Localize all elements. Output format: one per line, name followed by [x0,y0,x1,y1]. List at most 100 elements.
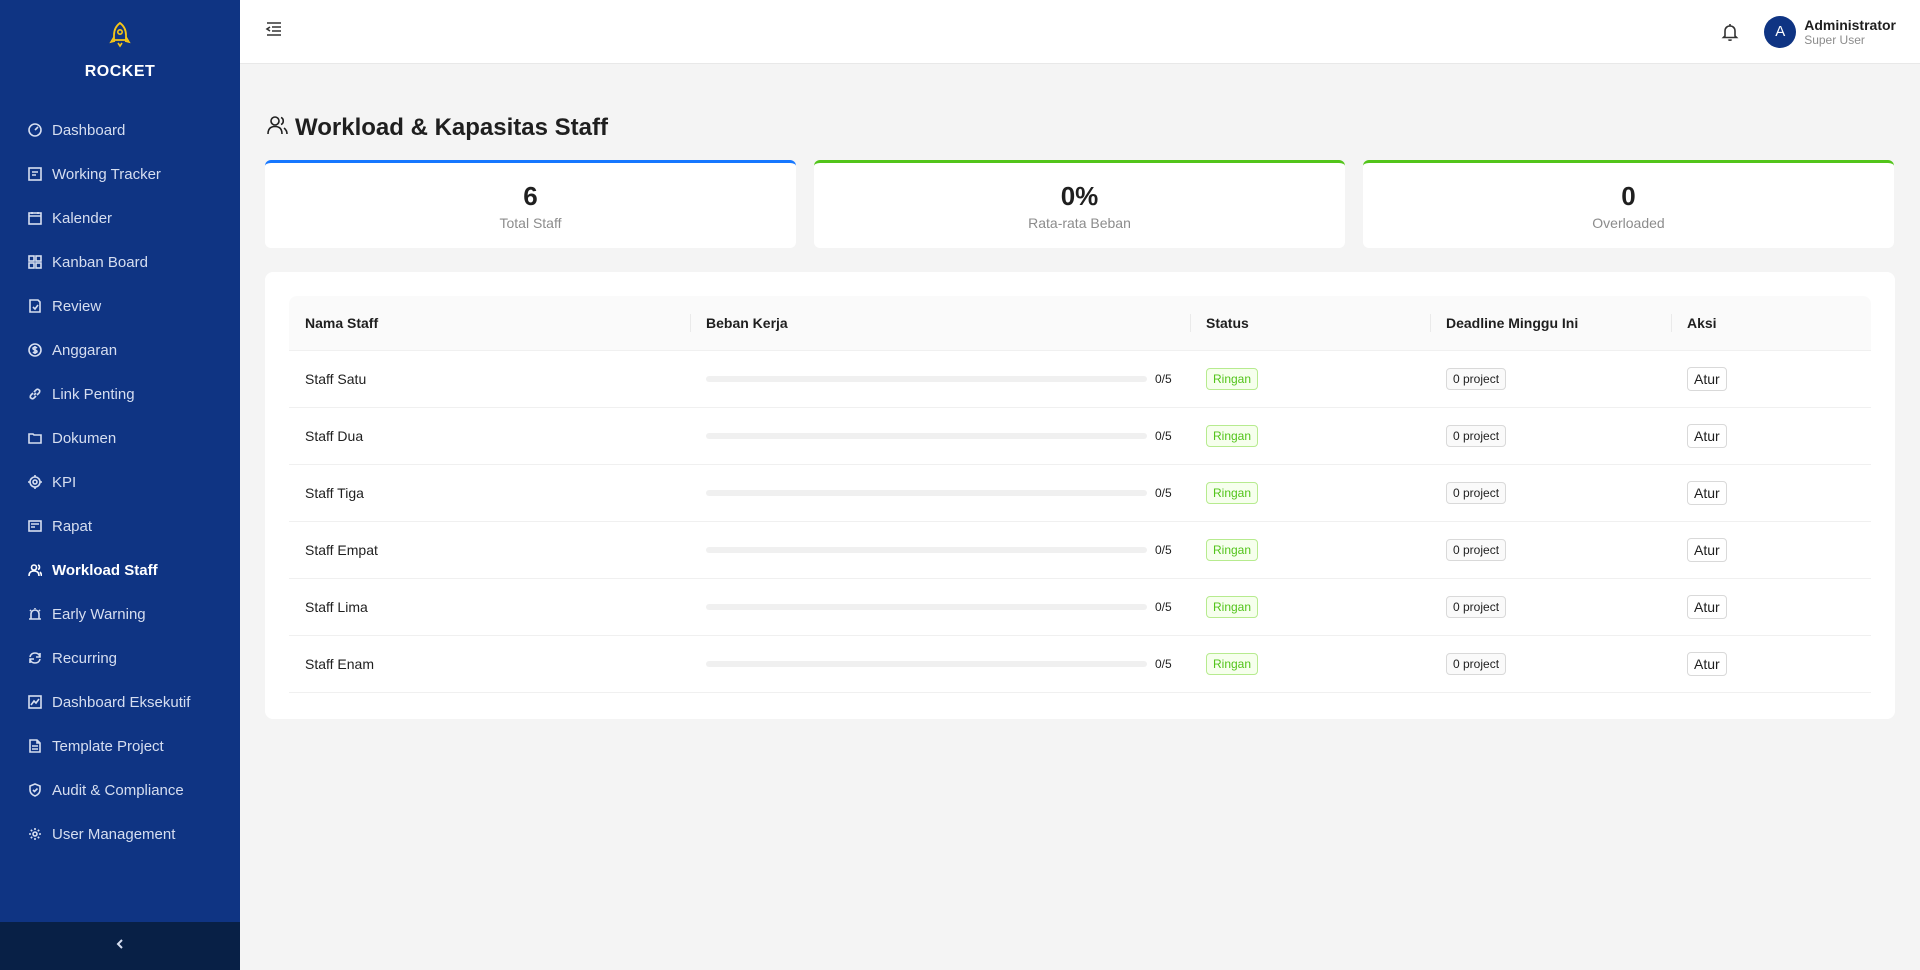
sidebar-item-label: Anggaran [52,341,118,359]
deadline-cell: 0 project [1430,578,1671,636]
staff-name: Staff Tiga [289,464,690,522]
status-cell: Ringan [1190,464,1430,522]
deadline-badge: 0 project [1446,595,1507,618]
kanban-icon [28,255,42,269]
workload-cell: 0/5 [690,464,1190,522]
menu-fold-icon [265,20,283,43]
stat-value: 6 [523,180,538,211]
atur-button[interactable]: Atur [1687,537,1727,562]
sidebar-item-label: Kalender [52,209,113,227]
progress-track [706,546,1147,553]
file-icon [28,739,42,753]
top-header: A Administrator Super User [240,0,1920,64]
stat-card-total-staff: 6 Total Staff [265,160,796,248]
notification-button[interactable] [1720,22,1740,42]
atur-button[interactable]: Atur [1687,480,1727,505]
atur-button[interactable]: Atur [1687,366,1727,391]
staff-name: Staff Satu [289,350,690,408]
table-row: Staff Tiga 0/5 Ringan 0 project Atur [289,464,1871,522]
workload-cell: 0/5 [690,407,1190,465]
sidebar-item-label: Dashboard [52,121,126,139]
folder-icon [28,431,42,445]
progress-text: 0/5 [1155,428,1172,443]
staff-name: Staff Lima [289,578,690,636]
user-info[interactable]: Administrator Super User [1804,17,1896,47]
workload-table: Nama Staff Beban Kerja Status Deadline M… [289,296,1871,693]
status-badge: Ringan [1206,481,1259,504]
sidebar-item-kalender[interactable]: Kalender [0,196,240,240]
sidebar-collapse-button[interactable] [0,922,240,970]
action-cell: Atur [1671,635,1871,693]
status-badge: Ringan [1206,424,1259,447]
sidebar-item-dokumen[interactable]: Dokumen [0,416,240,460]
sidebar-item-kpi[interactable]: KPI [0,460,240,504]
dashboard-icon [28,123,42,137]
workload-progress: 0/5 [706,486,1190,500]
staff-name: Staff Enam [289,635,690,693]
sidebar-item-dashboard-eksekutif[interactable]: Dashboard Eksekutif [0,680,240,724]
sidebar-item-link-penting[interactable]: Link Penting [0,372,240,416]
deadline-cell: 0 project [1430,407,1671,465]
stats-row: 6 Total Staff 0% Rata-rata Beban 0 Overl… [265,160,1895,248]
sidebar-item-kanban-board[interactable]: Kanban Board [0,240,240,284]
sidebar-item-template-project[interactable]: Template Project [0,724,240,768]
sidebar-item-workload-staff[interactable]: Workload Staff [0,548,240,592]
deadline-cell: 0 project [1430,635,1671,693]
sidebar-item-anggaran[interactable]: Anggaran [0,328,240,372]
status-badge: Ringan [1206,652,1259,675]
shield-check-icon [28,783,42,797]
avatar[interactable]: A [1764,15,1797,48]
sidebar-item-label: Audit & Compliance [52,781,184,799]
sidebar-item-label: KPI [52,473,77,491]
atur-button[interactable]: Atur [1687,594,1727,619]
sidebar-item-early-warning[interactable]: Early Warning [0,592,240,636]
sidebar-item-label: Early Warning [52,605,146,623]
sidebar-item-user-management[interactable]: User Management [0,812,240,856]
sidebar-item-rapat[interactable]: Rapat [0,504,240,548]
menu-toggle-button[interactable] [264,22,284,42]
stat-label: Total Staff [499,214,562,231]
team-icon [28,563,42,577]
sidebar-item-label: Recurring [52,649,118,667]
bell-icon [1720,23,1740,46]
sidebar-item-audit-compliance[interactable]: Audit & Compliance [0,768,240,812]
staff-name: Staff Empat [289,521,690,579]
table-row: Staff Lima 0/5 Ringan 0 project Atur [289,578,1871,636]
staff-name: Staff Dua [289,407,690,465]
sidebar-item-review[interactable]: Review [0,284,240,328]
progress-track [706,660,1147,667]
stat-card-average-load: 0% Rata-rata Beban [814,160,1345,248]
main-content: Workload & Kapasitas Staff 6 Total Staff… [265,64,1895,719]
deadline-badge: 0 project [1446,367,1507,390]
status-cell: Ringan [1190,521,1430,579]
brand[interactable]: ROCKET [0,0,240,96]
column-header-status: Status [1190,296,1430,351]
atur-button[interactable]: Atur [1687,423,1727,448]
action-cell: Atur [1671,578,1871,636]
sidebar-item-label: Review [52,297,102,315]
table-row: Staff Empat 0/5 Ringan 0 project Atur [289,521,1871,579]
progress-text: 0/5 [1155,599,1172,614]
sidebar: ROCKET Dashboard Working Tracker Kalende… [0,0,240,970]
status-cell: Ringan [1190,407,1430,465]
workload-cell: 0/5 [690,521,1190,579]
table-header-row: Nama Staff Beban Kerja Status Deadline M… [289,296,1871,351]
brand-name: ROCKET [84,63,156,80]
deadline-cell: 0 project [1430,350,1671,408]
stat-value: 0% [1060,180,1099,211]
sidebar-item-label: Kanban Board [52,253,148,271]
link-icon [28,387,42,401]
sidebar-item-dashboard[interactable]: Dashboard [0,108,240,152]
sidebar-item-label: Workload Staff [52,561,158,579]
deadline-badge: 0 project [1446,652,1507,675]
bell-rocket-icon [107,20,133,53]
status-badge: Ringan [1206,367,1259,390]
atur-button[interactable]: Atur [1687,651,1727,676]
sidebar-item-working-tracker[interactable]: Working Tracker [0,152,240,196]
stat-value: 0 [1621,180,1636,211]
tracker-icon [28,167,42,181]
column-header-action: Aksi [1671,296,1871,351]
sidebar-item-recurring[interactable]: Recurring [0,636,240,680]
table-row: Staff Enam 0/5 Ringan 0 project Atur [289,635,1871,693]
status-cell: Ringan [1190,350,1430,408]
